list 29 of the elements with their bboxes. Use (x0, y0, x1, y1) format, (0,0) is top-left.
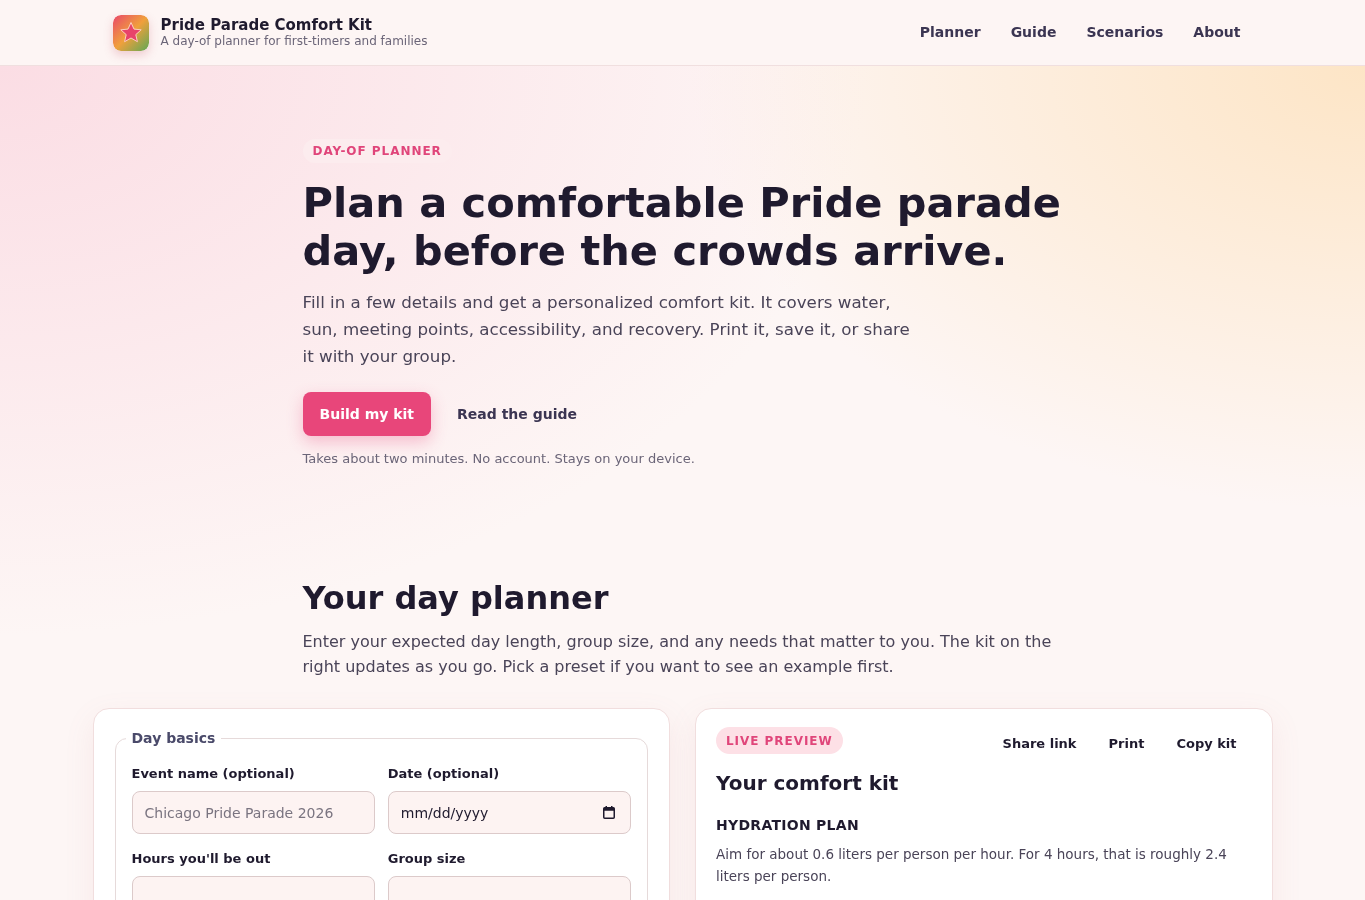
nav-link[interactable]: About (1181, 14, 1253, 51)
hero-note: Takes about two minutes. No account. Stays on your device. (302, 450, 696, 468)
kit-action-button[interactable]: Print (1094, 727, 1159, 761)
live-preview-badge: LIVE PREVIEW (716, 727, 843, 754)
site-subtitle: A day-of planner for first-timers and families (160, 34, 428, 49)
nav-link[interactable]: Planner (907, 14, 993, 51)
section-heading: Your day planner (302, 578, 610, 618)
guide-link-button[interactable]: Read the guide (440, 392, 594, 436)
kit-action-button[interactable]: Share link (988, 727, 1091, 761)
text-input-field[interactable]: Chicago Pride Parade 2026 (131, 791, 375, 834)
nav-link[interactable]: Scenarios (1074, 14, 1176, 51)
hero-heading: Plan a comfortable Pride parade day, before the crowds arrive. (302, 179, 1062, 275)
calendar-icon[interactable] (603, 806, 615, 819)
field-label: Event name (optional) (131, 765, 296, 783)
star-logo-icon (112, 14, 149, 51)
site-title: Pride Parade Comfort Kit (160, 16, 374, 34)
field-label: Date (optional) (387, 765, 501, 783)
kit-title: Your comfort kit (716, 770, 900, 797)
group-legend: Day basics (125, 728, 222, 749)
build-kit-button[interactable]: Build my kit (302, 392, 432, 436)
kit-action-button[interactable]: Copy kit (1162, 727, 1251, 761)
nav-link[interactable]: Guide (998, 14, 1069, 51)
kit-section-text: Aim for about 0.6 liters per person per hour. For 4 hours, that is roughly 2.4 liters per person. (716, 845, 1228, 886)
field-label: Hours you'll be out (131, 850, 272, 868)
kit-section-heading: HYDRATION PLAN (716, 816, 860, 835)
section-intro: Enter your expected day length, group size, and any needs that matter to you. The kit on the right updates as you go. Pick a preset if you want to see an example first. (302, 631, 1053, 678)
hero-intro: Fill in a few details and get a personalized comfort kit. It covers water, sun, meeting points, accessibility, and recovery. Print it, save it, or share it with your group. (302, 291, 911, 368)
date-input-field[interactable]: mm/dd/yyyy (387, 791, 631, 834)
field-label: Group size (387, 850, 467, 868)
